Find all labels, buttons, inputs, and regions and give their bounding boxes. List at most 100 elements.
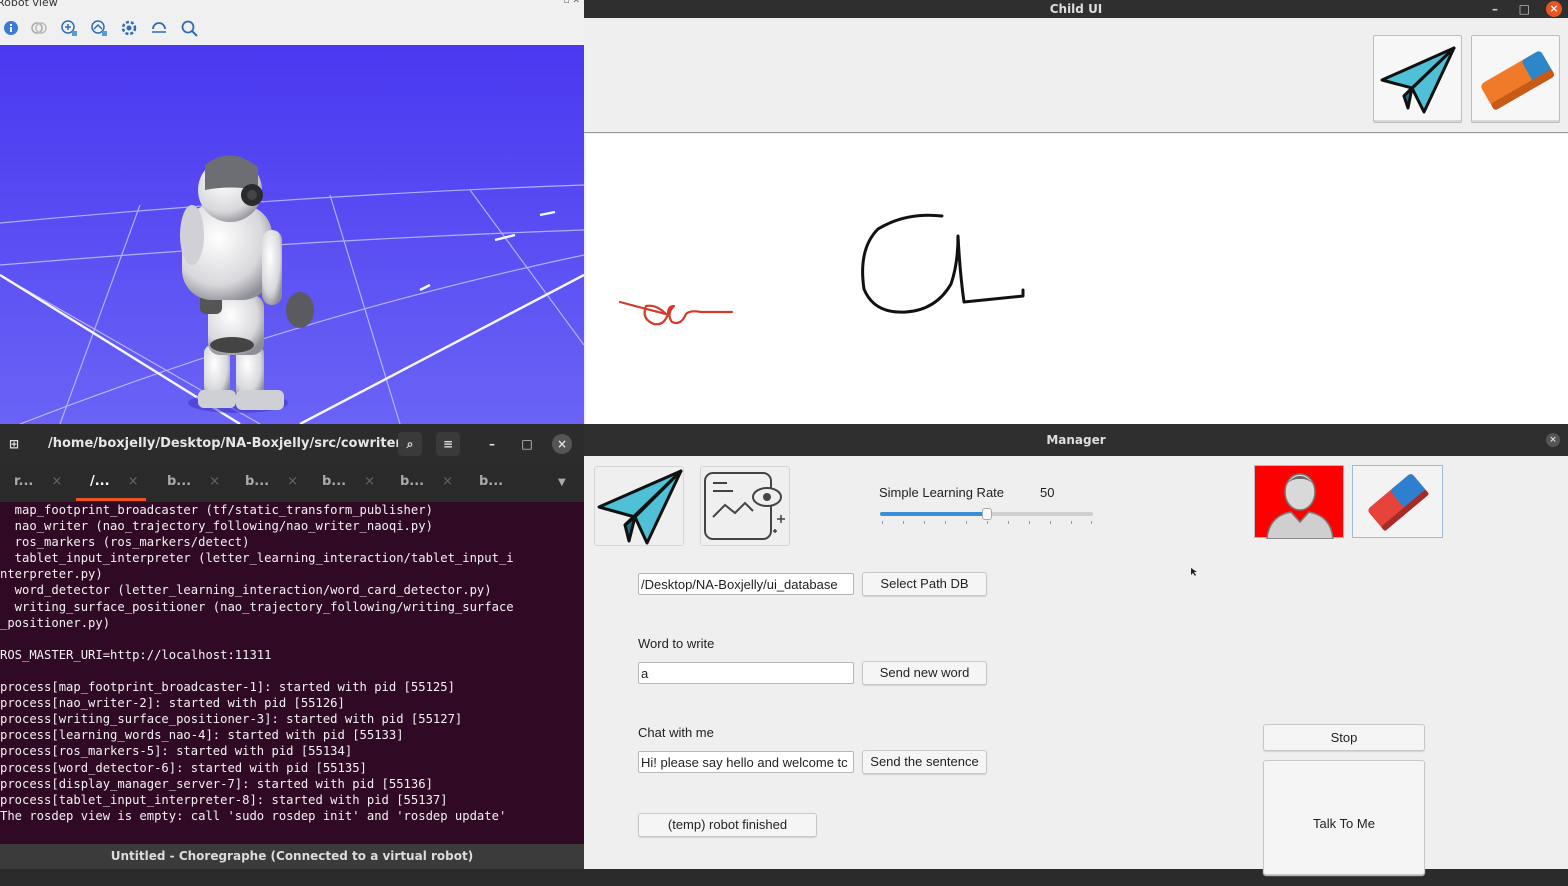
robot-view-titlebar: Robot view ▫ ✕ [0,0,584,9]
terminal-line: nao_writer (nao_trajectory_following/nao… [0,519,433,534]
active-tab-indicator [76,498,146,501]
learning-rate-slider[interactable] [880,508,1093,520]
robot-drawing-stroke [618,300,734,326]
maximize-button[interactable]: □ [515,432,539,456]
child-profile-button[interactable] [1254,465,1344,540]
child-ui-title: Child UI [1049,2,1103,16]
zoom-icon[interactable] [180,19,198,37]
terminal-tab-active[interactable]: /... × [90,474,138,489]
send-sentence-button[interactable]: Send the sentence [862,750,987,774]
settings-icon[interactable] [120,19,138,37]
minimize-button[interactable]: – [1492,2,1498,16]
terminal-line: process[ros_markers-5]: started with pid… [0,744,353,759]
toggle-icon[interactable] [30,19,48,37]
manager-window: Manager × Simple Learning Rate 50 /Deskt… [584,424,1568,875]
terminal-line: process[display_manager_server-7]: start… [0,776,433,791]
view-front-icon[interactable] [60,19,78,37]
slider-tick [882,521,883,524]
view-side-icon[interactable] [90,19,108,37]
robot-view-window-buttons[interactable]: ▫ ✕ [563,0,580,6]
rotate-icon[interactable] [150,19,168,37]
send-word-card-button[interactable] [594,466,684,546]
hamburger-menu-icon[interactable]: ≡ [436,432,460,456]
erase-button[interactable] [1352,465,1443,538]
terminal-tab[interactable]: b... × [400,474,453,489]
child-ui-toolbar [584,18,1568,133]
terminal-tabbar: r... × /... × b... × b... × b... × b... × b...… [0,464,584,502]
paper-plane-icon [1380,46,1456,114]
terminal-line: process[tablet_input_interpreter-8]: sta… [0,792,448,807]
terminal-line: _positioner.py) [0,615,111,630]
terminal-line: word_detector (letter_learning_interacti… [0,583,492,598]
choregraphe-titlebar: Untitled - Choregraphe (Connected to a v… [0,844,584,869]
learning-rate-value: 50 [1040,485,1055,500]
close-button[interactable]: × [1546,1,1562,17]
drawing-canvas[interactable] [586,134,1568,424]
word-input[interactable]: a [638,662,854,684]
slider-tick [1091,521,1092,524]
robot-3d-scene[interactable] [0,45,584,424]
manager-title: Manager [1046,433,1106,447]
paper-plane-icon [597,469,683,545]
terminal-tab[interactable]: b... [479,474,503,489]
terminal-line: ros_markers (ros_markers/detect) [0,535,250,550]
terminal-line: process[nao_writer-2]: started with pid … [0,696,345,711]
slider-tick [1050,521,1051,524]
learning-rate-label: Simple Learning Rate [879,485,1005,500]
robot-view-toolbar [0,12,584,45]
robot-finished-button[interactable]: (temp) robot finished [638,813,817,837]
terminal-tab[interactable]: b... × [167,474,220,489]
terminal-window: ⊞ /home/boxjelly/Desktop/NA-Boxjelly/src… [0,424,584,869]
slider-tick [1008,521,1009,524]
close-button[interactable]: × [552,434,572,454]
path-db-input[interactable]: /Desktop/NA-Boxjelly/ui_database [638,573,854,595]
send-new-word-button[interactable]: Send new word [862,661,987,685]
terminal-tab[interactable]: r... × [14,474,62,489]
terminal-line: process[map_footprint_broadcaster-1]: st… [0,680,455,695]
slider-tick [987,521,988,524]
terminal-line: map_footprint_broadcaster (tf/static_tra… [0,503,433,517]
image-view-icon [704,472,785,540]
robot-view-window: Robot view ▫ ✕ [0,0,584,424]
chat-label: Chat with me [638,725,714,740]
terminal-tab[interactable]: b... × [322,474,375,489]
maximize-button[interactable]: □ [1519,2,1530,16]
new-tab-icon[interactable]: ⊞ [2,432,26,456]
terminal-line: tablet_input_interpreter (letter_learnin… [0,551,514,566]
terminal-output[interactable]: map_footprint_broadcaster (tf/static_tra… [0,502,584,842]
talk-to-me-button[interactable]: Talk To Me [1263,760,1425,875]
learning-rate-slider-fill [880,512,987,516]
chat-input[interactable]: Hi! please say hello and welcome tc [638,751,854,773]
terminal-tab[interactable]: b... × [245,474,298,489]
slider-tick [903,521,904,524]
eraser-icon [1481,51,1555,110]
child-drawing-stroke [861,213,1025,314]
terminal-line: process[writing_surface_positioner-3]: s… [0,712,463,727]
terminal-headerbar: ⊞ /home/boxjelly/Desktop/NA-Boxjelly/src… [0,424,584,464]
erase-drawing-button[interactable] [1471,35,1560,123]
eraser-icon [1368,474,1429,531]
close-button[interactable]: × [1546,433,1560,447]
stop-button[interactable]: Stop [1263,724,1425,751]
terminal-line: process[word_detector-6]: started with p… [0,760,367,775]
slider-tick [1029,521,1030,524]
slider-tick [1071,521,1072,524]
search-icon[interactable]: ⌕ [398,432,422,456]
show-image-button[interactable] [700,466,790,546]
terminal-path: /home/boxjelly/Desktop/NA-Boxjelly/src/c… [48,436,415,451]
tabs-dropdown-icon[interactable]: ▼ [558,477,566,488]
terminal-line: writing_surface_positioner (nao_trajecto… [0,599,514,614]
slider-tick [924,521,925,524]
info-icon[interactable] [2,19,20,37]
word-to-write-label: Word to write [638,636,715,651]
terminal-line: process[learning_words_nao-4]: started w… [0,728,404,743]
minimize-button[interactable]: – [480,432,504,456]
slider-tick [966,521,967,524]
select-path-db-button[interactable]: Select Path DB [862,572,987,596]
mouse-cursor-icon [1191,568,1197,576]
learning-rate-slider-handle[interactable] [981,508,992,520]
send-drawing-button[interactable] [1373,35,1462,123]
terminal-line: The rosdep view is empty: call 'sudo ros… [0,808,507,823]
manager-titlebar: Manager × [584,424,1568,456]
